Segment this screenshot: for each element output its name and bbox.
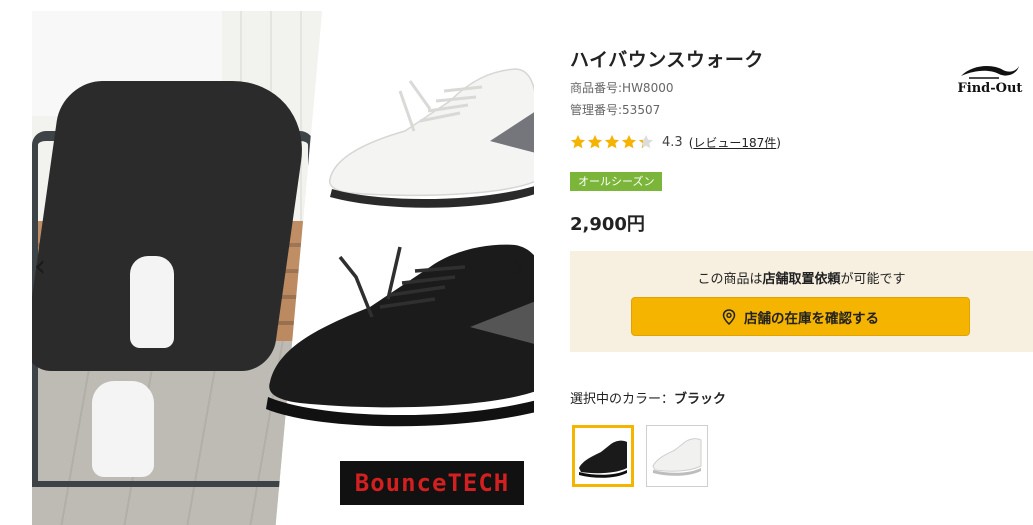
- season-badge: オールシーズン: [570, 172, 663, 191]
- review-suffix: ): [776, 135, 781, 150]
- store-pickup-note: この商品は店舗取置依頼が可能です: [570, 268, 1033, 287]
- star-icon: [605, 135, 619, 149]
- bouncetech-logo: BounceTECH: [340, 461, 524, 505]
- check-store-stock-label: 店舗の在庫を確認する: [744, 310, 879, 327]
- black-sneaker-image: [266, 244, 534, 427]
- star-icon: [639, 135, 653, 149]
- rating-stars: [570, 134, 655, 150]
- review-count-link[interactable]: (レビュー187件): [689, 134, 781, 151]
- selected-color-label: 選択中のカラー：ブラック: [570, 388, 726, 407]
- item-number: 商品番号:HW8000: [570, 79, 673, 96]
- price: 2,900円: [570, 214, 645, 235]
- rating-value: 4.3: [662, 134, 683, 150]
- black-sneaker-thumbnail: [579, 440, 627, 478]
- color-swatch-white[interactable]: [646, 425, 708, 487]
- selected-color-prefix: 選択中のカラー：: [570, 392, 675, 407]
- product-image-gallery: ‹ › BounceTECH: [32, 11, 534, 525]
- photo-white-sneaker-right: [92, 381, 154, 477]
- location-pin-icon: [722, 308, 736, 325]
- find-out-swoosh-icon: [961, 66, 1019, 79]
- find-out-logo: Find-Out: [955, 62, 1025, 102]
- selected-color-value: ブラック: [674, 392, 727, 407]
- product-title: ハイバウンスウォーク: [570, 49, 764, 71]
- star-icon: [622, 135, 636, 149]
- store-note-post: が可能です: [840, 272, 906, 287]
- star-icon: [588, 135, 602, 149]
- control-number-value: 53507: [622, 103, 661, 117]
- store-pickup-box: この商品は店舗取置依頼が可能です 店舗の在庫を確認する: [570, 251, 1033, 352]
- control-number: 管理番号:53507: [570, 101, 660, 118]
- store-note-bold: 店舗取置依頼: [762, 272, 841, 287]
- star-icon: [571, 135, 585, 149]
- item-number-value: HW8000: [622, 81, 674, 95]
- store-note-pre: この商品は: [697, 272, 763, 287]
- check-store-stock-button[interactable]: 店舗の在庫を確認する: [631, 297, 970, 336]
- gallery-prev-arrow[interactable]: ‹: [32, 252, 50, 282]
- gallery-next-arrow[interactable]: ›: [508, 252, 528, 282]
- item-number-label: 商品番号:: [570, 81, 623, 95]
- photo-white-sneaker-left: [130, 256, 174, 348]
- white-sneaker-thumbnail: [652, 438, 702, 476]
- review-link-text[interactable]: レビュー187件: [693, 136, 776, 150]
- control-number-label: 管理番号:: [570, 103, 623, 117]
- find-out-logo-text: Find-Out: [957, 81, 1023, 96]
- color-swatch-black[interactable]: [572, 425, 634, 487]
- white-sneaker-image: [328, 68, 534, 208]
- product-rating: 4.3 (レビュー187件): [570, 132, 781, 152]
